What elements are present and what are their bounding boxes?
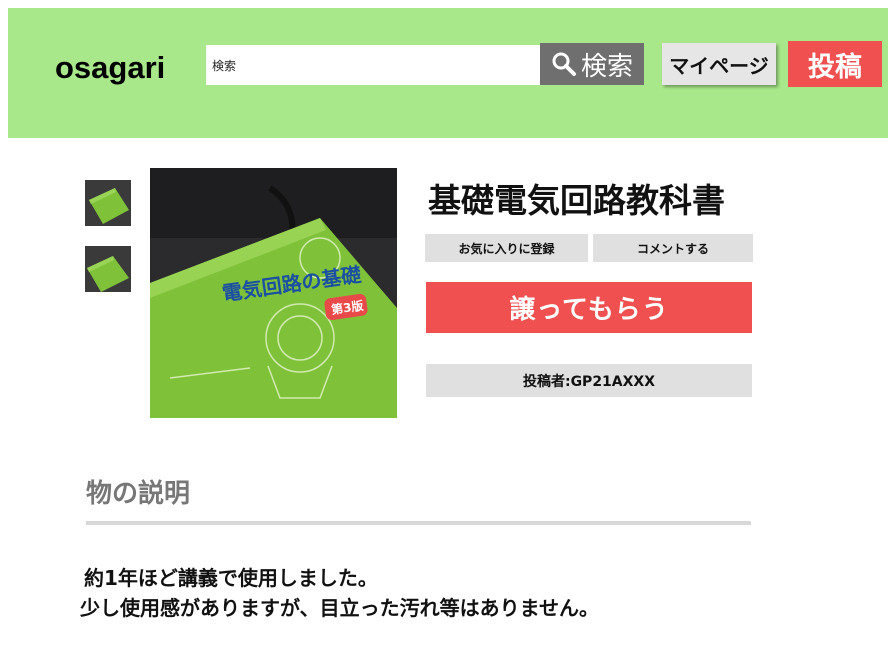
search-button-label: 検索 xyxy=(580,51,633,82)
book-thumbnail-image xyxy=(85,246,131,292)
description-line-2: 少し使用感がありますが、目立った汚れ等はありません。 xyxy=(80,596,599,620)
search-icon xyxy=(552,52,576,76)
favorite-button[interactable]: お気に入りに登録 xyxy=(425,234,588,262)
thumbnail-1[interactable] xyxy=(85,180,131,226)
comment-button[interactable]: コメントする xyxy=(593,234,753,262)
thumbnail-2[interactable] xyxy=(85,246,131,292)
book-thumbnail-image xyxy=(85,180,131,226)
divider xyxy=(86,521,751,525)
product-photo: 電気回路の基礎 第3版 xyxy=(150,168,397,418)
poster-label: 投稿者:GP21AXXX xyxy=(426,364,752,397)
description-heading: 物の説明 xyxy=(86,479,191,509)
receive-button[interactable]: 譲ってもらう xyxy=(426,282,752,333)
post-button[interactable]: 投稿 xyxy=(788,41,882,87)
search-button[interactable]: 検索 xyxy=(540,43,644,85)
description-line-1: 約1年ほど講義で使用しました。 xyxy=(84,566,378,590)
mypage-button[interactable]: マイページ xyxy=(662,43,776,85)
description-text: 約1年ほど講義で使用しました。 少し使用感がありますが、目立った汚れ等はありませ… xyxy=(80,563,599,623)
logo[interactable]: osagari xyxy=(55,50,165,86)
search-input[interactable] xyxy=(206,45,540,85)
product-title: 基礎電気回路教科書 xyxy=(428,181,725,220)
